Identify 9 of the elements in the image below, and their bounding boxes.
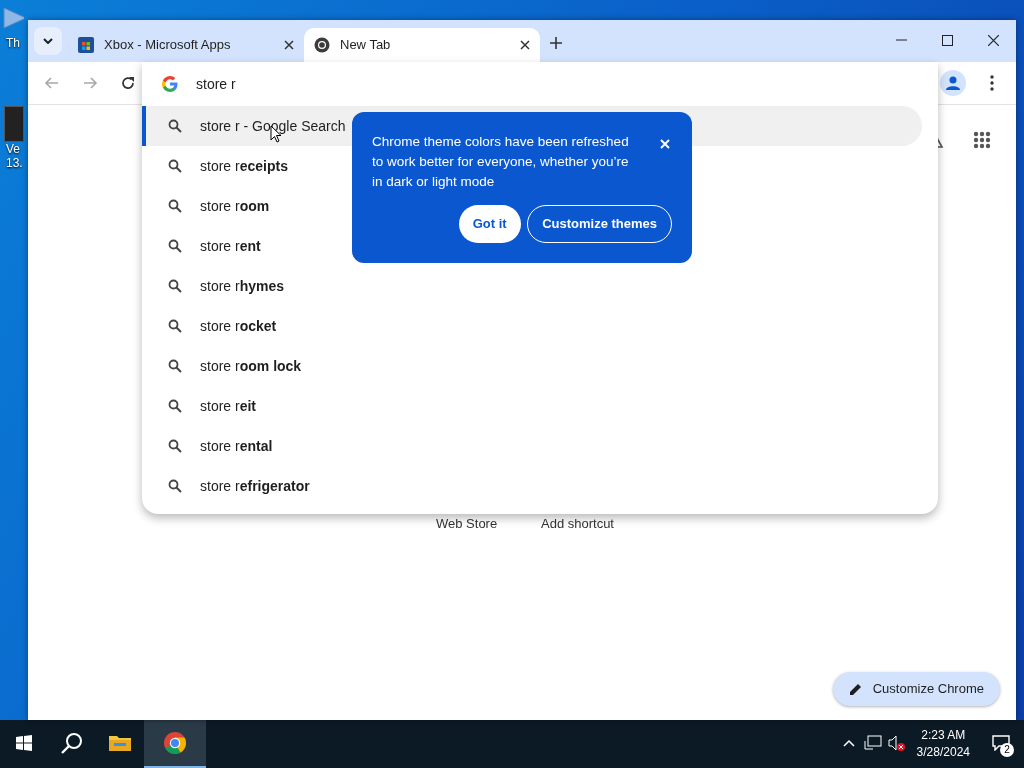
tab-title: Xbox - Microsoft Apps <box>104 36 232 55</box>
notification-count: 2 <box>1000 743 1014 757</box>
promo-message: Chrome theme colors have been refreshed to work better for everyone, whether you’re in dark or light mode <box>372 133 630 191</box>
icon-label: 13. <box>5 156 23 171</box>
clock-time: 2:23 AM <box>921 727 966 744</box>
clock-date: 3/28/2024 <box>916 744 970 761</box>
icon-label: Ve <box>5 142 20 157</box>
tab-title: New Tab <box>340 36 392 55</box>
icon-label: Th <box>5 36 20 51</box>
